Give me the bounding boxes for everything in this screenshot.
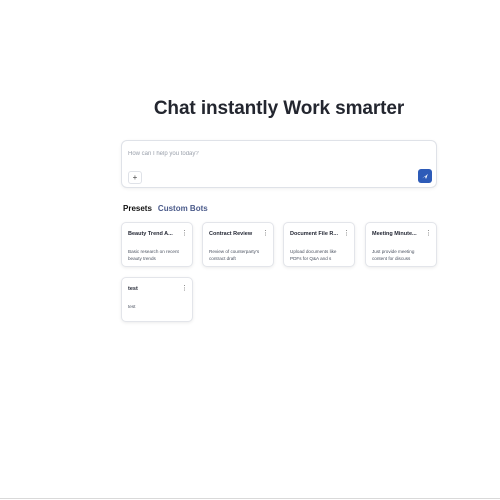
card-title: Beauty Trend A... bbox=[128, 231, 173, 237]
card-description: Upload documents like PDFs for Q&A and s bbox=[290, 248, 352, 262]
page-title: Chat instantly Work smarter bbox=[153, 98, 405, 119]
card-title: Document File R... bbox=[290, 231, 338, 237]
window-bottom-border bbox=[0, 498, 500, 499]
card-desc-line: test bbox=[128, 304, 136, 309]
card-desc-line: Basic research on recent bbox=[128, 249, 179, 254]
preset-card-document-file[interactable]: Document File R... ⋮ Upload documents li… bbox=[283, 222, 355, 267]
send-button[interactable] bbox=[418, 169, 432, 183]
chat-input[interactable] bbox=[128, 147, 418, 161]
card-description: test bbox=[128, 303, 190, 310]
card-title: Contract Review bbox=[209, 231, 253, 237]
vertical-ellipsis-icon[interactable]: ⋮ bbox=[181, 284, 188, 294]
tab-custom-bots[interactable]: Custom Bots bbox=[158, 204, 208, 216]
chat-composer: + bbox=[121, 140, 437, 188]
preset-card-meeting-minutes[interactable]: Meeting Minute... ⋮ Just provide meeting… bbox=[365, 222, 437, 267]
vertical-ellipsis-icon[interactable]: ⋮ bbox=[343, 229, 350, 239]
card-desc-line: Just provide meeting bbox=[372, 249, 415, 254]
plus-icon: + bbox=[132, 172, 138, 182]
card-desc-line: contract draft bbox=[209, 256, 236, 261]
add-button[interactable]: + bbox=[128, 171, 142, 184]
card-description: Basic research on recent beauty trends bbox=[128, 248, 190, 262]
vertical-ellipsis-icon[interactable]: ⋮ bbox=[262, 229, 269, 239]
card-desc-line: beauty trends bbox=[128, 256, 156, 261]
card-title: Meeting Minute... bbox=[372, 231, 417, 237]
card-description: Review of counterparty's contract draft bbox=[209, 248, 271, 262]
preset-card-test[interactable]: test ⋮ test bbox=[121, 277, 193, 322]
card-desc-line: Upload documents like bbox=[290, 249, 337, 254]
vertical-ellipsis-icon[interactable]: ⋮ bbox=[181, 229, 188, 239]
tab-presets[interactable]: Presets bbox=[123, 204, 152, 216]
card-desc-line: content for discuss bbox=[372, 256, 411, 261]
card-desc-line: PDFs for Q&A and s bbox=[290, 256, 332, 261]
preset-card-contract-review[interactable]: Contract Review ⋮ Review of counterparty… bbox=[202, 222, 274, 267]
card-description: Just provide meeting content for discuss bbox=[372, 248, 434, 262]
card-desc-line: Review of counterparty's bbox=[209, 249, 260, 254]
preset-card-beauty-trend[interactable]: Beauty Trend A... ⋮ Basic research on re… bbox=[121, 222, 193, 267]
send-arrow-icon bbox=[422, 173, 429, 179]
vertical-ellipsis-icon[interactable]: ⋮ bbox=[425, 229, 432, 239]
preset-tabs: Presets Custom Bots bbox=[123, 204, 208, 216]
card-title: test bbox=[128, 286, 138, 292]
